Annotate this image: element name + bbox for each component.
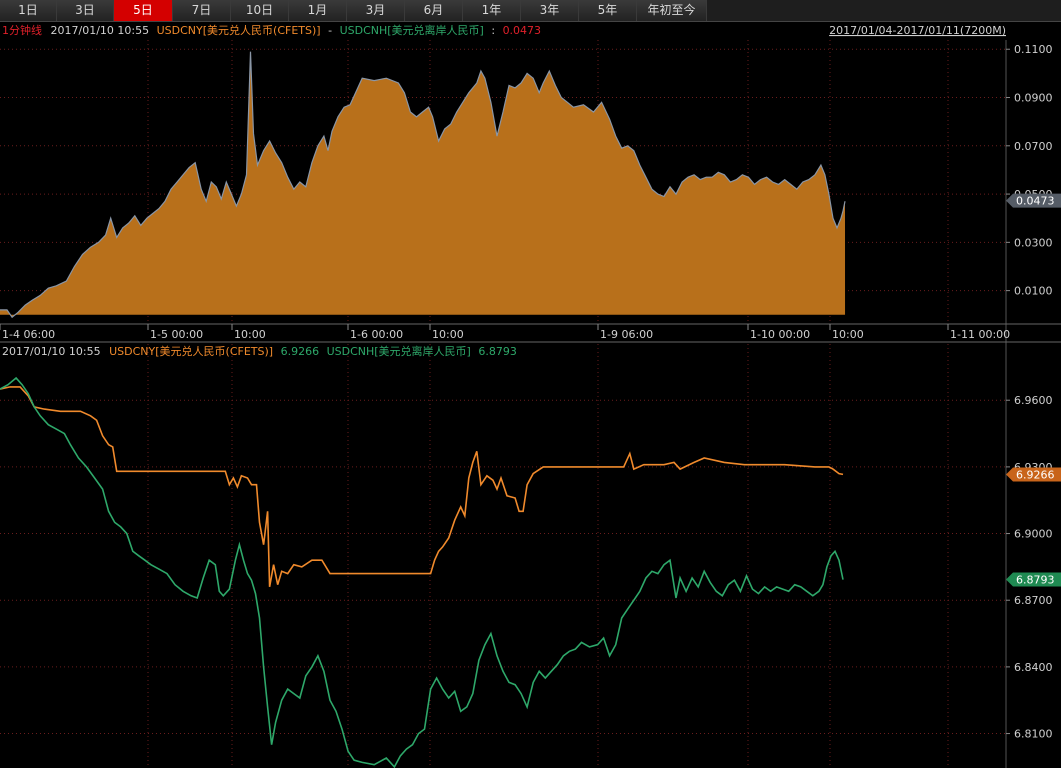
x-tick-label: 1-4 06:00 [2, 328, 55, 341]
top-y-tick-label: 0.0900 [1014, 92, 1053, 105]
top-y-tick-label: 0.0100 [1014, 285, 1053, 298]
spread-last-value-label: 0.0473 [1016, 195, 1055, 208]
date-range-label[interactable]: 2017/01/04-2017/01/11(7200M) [829, 24, 1006, 37]
bottom-header-series-a: USDCNY[美元兑人民币(CFETS)] [109, 344, 273, 358]
top-y-tick-label: 0.0300 [1014, 236, 1053, 249]
bottom-y-tick-label: 6.8700 [1014, 594, 1053, 607]
bottom-chart-header: 2017/01/10 10:55 USDCNY[美元兑人民币(CFETS)] 6… [2, 344, 517, 358]
tab-3[interactable]: 7日 [173, 0, 231, 21]
usdcny-last-value-label: 6.9266 [1016, 468, 1055, 481]
period-tab-bar: 1日 3日 5日 7日 10日 1月 3月 6月 1年 3年 5年 年初至今 [0, 0, 1061, 22]
x-tick-label: 10:00 [832, 328, 864, 341]
tab-0[interactable]: 1日 [0, 0, 57, 21]
bottom-y-tick-label: 6.9000 [1014, 528, 1053, 541]
bottom-y-tick-label: 6.8400 [1014, 661, 1053, 674]
header-colon: : [491, 24, 495, 37]
top-y-tick-label: 0.0700 [1014, 140, 1053, 153]
bottom-header-series-b: USDCNH[美元兑离岸人民币] [327, 344, 471, 358]
bottom-header-datetime: 2017/01/10 10:55 [2, 345, 101, 358]
x-tick-label: 10:00 [432, 328, 464, 341]
x-tick-label: 1-10 00:00 [750, 328, 810, 341]
header-series-a: USDCNY[美元兑人民币(CFETS)] [157, 23, 321, 37]
header-series-b: USDCNH[美元兑离岸人民币] [340, 23, 484, 37]
tab-1[interactable]: 3日 [57, 0, 114, 21]
chart-area: 1-4 06:00 1-5 00:00 10:00 1-6 00:00 10:00 1-9… [0, 22, 1061, 768]
tab-6[interactable]: 3月 [347, 0, 405, 21]
tab-2[interactable]: 5日 [114, 0, 173, 21]
x-tick-label: 10:00 [234, 328, 266, 341]
header-minus: - [328, 24, 332, 37]
top-chart-header: 1分钟线 2017/01/10 10:55 USDCNY[美元兑人民币(CFET… [2, 23, 541, 37]
header-spread-value: 0.0473 [503, 24, 542, 37]
usdcnh-last-value-label: 6.8793 [1016, 574, 1055, 587]
header-datetime: 2017/01/10 10:55 [51, 24, 150, 37]
tab-11[interactable]: 年初至今 [637, 0, 707, 21]
bottom-y-tick-label: 6.8100 [1014, 728, 1053, 741]
tab-8[interactable]: 1年 [463, 0, 521, 21]
tab-7[interactable]: 6月 [405, 0, 463, 21]
tab-5[interactable]: 1月 [289, 0, 347, 21]
x-tick-label: 1-11 00:00 [950, 328, 1010, 341]
x-tick-label: 1-9 06:00 [600, 328, 653, 341]
bottom-header-value-a: 6.9266 [281, 345, 320, 358]
top-y-tick-label: 0.1100 [1014, 43, 1053, 56]
tab-4[interactable]: 10日 [231, 0, 289, 21]
x-tick-label: 1-5 00:00 [150, 328, 203, 341]
tab-10[interactable]: 5年 [579, 0, 637, 21]
bottom-y-tick-label: 6.9600 [1014, 394, 1053, 407]
bottom-header-value-b: 6.8793 [478, 345, 517, 358]
frequency-label: 1分钟线 [2, 23, 42, 37]
tab-9[interactable]: 3年 [521, 0, 579, 21]
x-tick-label: 1-6 00:00 [350, 328, 403, 341]
